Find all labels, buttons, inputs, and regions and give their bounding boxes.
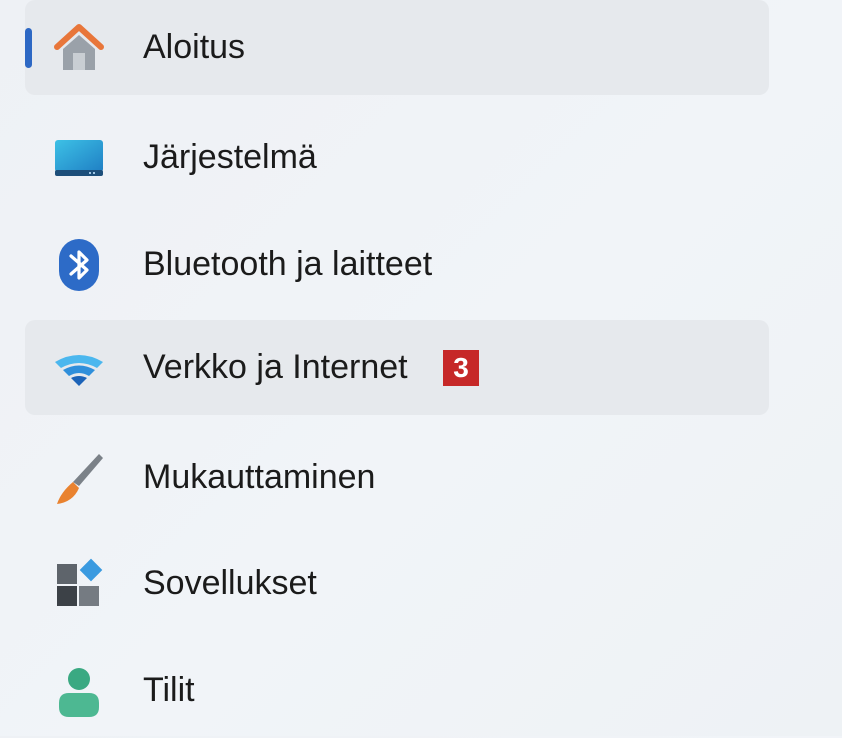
nav-item-label: Järjestelmä xyxy=(143,138,317,176)
wifi-icon xyxy=(51,340,107,396)
account-icon xyxy=(51,663,107,719)
nav-item-label: Mukauttaminen xyxy=(143,458,376,496)
nav-item-verkko[interactable]: Verkko ja Internet 3 xyxy=(25,320,769,415)
nav-item-label: Tilit xyxy=(143,671,195,709)
nav-item-label: Bluetooth ja laitteet xyxy=(143,245,433,283)
bluetooth-icon xyxy=(51,237,107,293)
nav-item-label: Verkko ja Internet xyxy=(143,348,408,386)
nav-item-mukauttaminen[interactable]: Mukauttaminen xyxy=(25,430,769,525)
paintbrush-icon xyxy=(51,450,107,506)
apps-icon xyxy=(51,556,107,612)
nav-item-tilit[interactable]: Tilit xyxy=(25,643,769,738)
selection-indicator xyxy=(25,28,32,68)
nav-item-aloitus[interactable]: Aloitus xyxy=(25,0,769,95)
nav-item-jarjestelma[interactable]: Järjestelmä xyxy=(25,110,769,205)
home-icon xyxy=(51,20,107,76)
nav-item-label: Aloitus xyxy=(143,28,246,66)
system-icon xyxy=(51,130,107,186)
nav-item-sovellukset[interactable]: Sovellukset xyxy=(25,536,769,631)
settings-navigation: Aloitus Järjestelmä Bluetooth ja laittee… xyxy=(0,0,842,736)
nav-item-bluetooth[interactable]: Bluetooth ja laitteet xyxy=(25,217,769,312)
annotation-badge: 3 xyxy=(443,350,479,386)
nav-item-label: Sovellukset xyxy=(143,564,317,602)
